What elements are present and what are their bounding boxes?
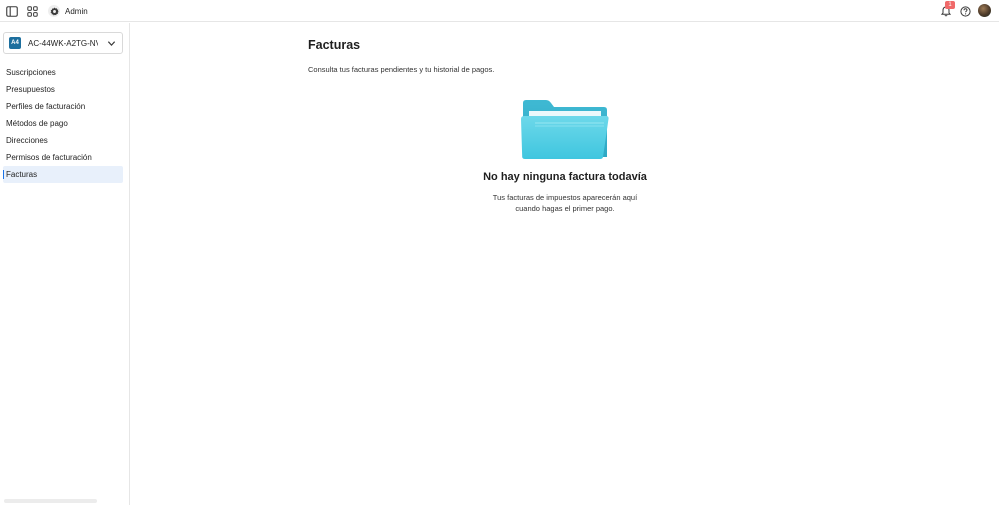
billing-nav: Suscripciones Presupuestos Perfiles de f… [0,64,130,183]
top-bar: Admin 1 [0,0,999,22]
sidebar-toggle-icon[interactable] [5,4,19,18]
gear-icon [48,5,60,17]
sidebar-item-facturas[interactable]: Facturas [3,166,123,183]
sidebar-item-metodos-pago[interactable]: Métodos de pago [3,115,123,132]
help-icon[interactable] [958,4,972,18]
empty-state-title: No hay ninguna factura todavía [483,171,647,183]
empty-state-description: Tus facturas de impuestos aparecerán aqu… [431,192,699,214]
chevron-down-icon [107,41,116,46]
admin-label: Admin [65,6,88,16]
folder-icon [521,100,609,159]
page-title: Facturas [308,38,361,52]
sidebar-scrollbar[interactable] [4,499,97,503]
user-avatar[interactable] [978,4,991,17]
sidebar-item-permisos-facturacion[interactable]: Permisos de facturación [3,149,123,166]
apps-grid-icon[interactable] [25,4,39,18]
sidebar-item-direcciones[interactable]: Direcciones [3,132,123,149]
page-subtitle: Consulta tus facturas pendientes y tu hi… [308,65,495,74]
empty-state-description-line1: Tus facturas de impuestos aparecerán aqu… [492,193,638,202]
sidebar: A4 AC-44WK-A2TG-NV3 Suscripciones Presup… [0,23,130,505]
notification-count-badge: 1 [945,1,955,9]
main-content: Facturas Consulta tus facturas pendiente… [131,23,999,505]
account-badge: A4 [9,37,21,49]
sidebar-item-suscripciones[interactable]: Suscripciones [3,64,123,81]
account-name: AC-44WK-A2TG-NV3 [28,38,98,48]
account-selector[interactable]: A4 AC-44WK-A2TG-NV3 [3,32,123,54]
sidebar-item-perfiles-facturacion[interactable]: Perfiles de facturación [3,98,123,115]
sidebar-item-presupuestos[interactable]: Presupuestos [3,81,123,98]
empty-state-description-line2: cuando hagas el primer pago. [515,204,615,213]
admin-app-switcher[interactable]: Admin [48,4,88,18]
